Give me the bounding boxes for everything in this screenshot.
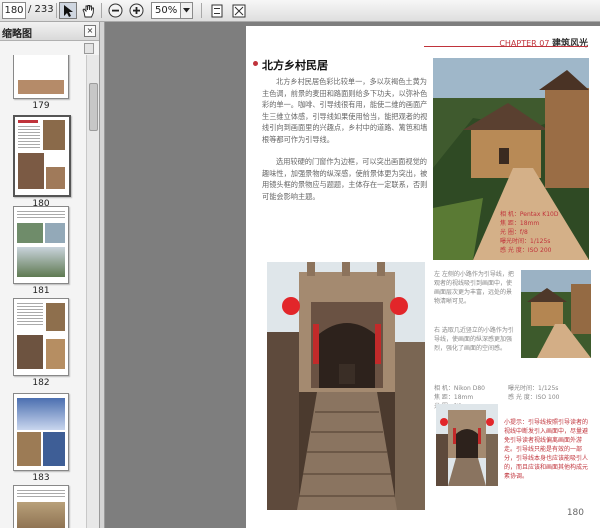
cursor-icon xyxy=(64,4,73,17)
photo-caption-exif-3: 曝光时间：1/125s 感 光 度：ISO 100 xyxy=(508,385,560,401)
archway-gate-photo xyxy=(267,262,425,510)
full-screen-button[interactable] xyxy=(230,2,248,19)
thumbnail-toolbar xyxy=(0,41,99,55)
panel-splitter[interactable] xyxy=(100,22,105,528)
page-number-input[interactable]: 180 xyxy=(2,2,26,19)
trash-icon[interactable] xyxy=(84,43,94,54)
fit-page-button[interactable] xyxy=(208,2,226,19)
photo-caption-exif: 相 机：Pentax K10D 焦 距：18mm 光 圈：f/8 曝光时间：1/… xyxy=(500,211,559,254)
photo-caption-right: 右 选取几近竖立的小路作为引导线，使画面的纵深感更加强烈，强化了画面的空间感。 xyxy=(434,327,514,352)
tip-box: 小提示：引导线按照引导读者的视线中断发引入画面中，尽量避免引导读者视线偏离画面外… xyxy=(504,419,589,480)
thumbnail-item[interactable]: 181 xyxy=(13,206,69,296)
thumbnail-panel: 缩略图 × 179 180 181 182 183 xyxy=(0,22,100,528)
zoom-dropdown-button[interactable] xyxy=(181,2,193,19)
page-thumbnail xyxy=(13,485,69,528)
page-thumbnail xyxy=(13,115,71,197)
thumbnail-page-number: 182 xyxy=(32,378,50,388)
zoom-in-icon xyxy=(129,3,143,18)
thumbnail-item[interactable]: 182 xyxy=(13,298,69,388)
thumbnail-list: 179 180 181 182 183 xyxy=(0,55,86,528)
toolbar-separator xyxy=(101,3,102,18)
thumbnail-panel-title: 缩略图 xyxy=(2,29,32,40)
document-page: CHAPTER 07 建筑风光 北方乡村民居 北方乡村民居色彩比较单一，多以灰褐… xyxy=(246,26,600,528)
thumbnail-item[interactable]: 179 xyxy=(13,55,69,111)
hand-icon xyxy=(82,4,94,17)
scrollbar-thumb[interactable] xyxy=(89,83,98,131)
thumbnail-item[interactable] xyxy=(13,485,69,528)
body-paragraph: 北方乡村民居色彩比较单一，多以灰褐色土黄为主色调，前景的麦田和路面则给多下功夫，… xyxy=(262,77,428,144)
village-path-photo xyxy=(521,270,591,358)
close-panel-button[interactable]: × xyxy=(84,25,96,37)
thumbnail-panel-header: 缩略图 × xyxy=(0,22,99,41)
zoom-out-button[interactable] xyxy=(106,2,124,19)
thumbnail-scrollbar[interactable] xyxy=(86,55,99,528)
page-total-label: / 233 xyxy=(28,4,54,15)
page-number: 180 xyxy=(566,508,584,518)
full-screen-icon xyxy=(232,4,246,17)
zoom-out-icon xyxy=(108,3,122,18)
zoom-in-button[interactable] xyxy=(127,2,145,19)
document-viewport[interactable]: CHAPTER 07 建筑风光 北方乡村民居 北方乡村民居色彩比较单一，多以灰褐… xyxy=(100,22,600,528)
chevron-down-icon xyxy=(183,8,190,13)
thumbnail-item[interactable]: 183 xyxy=(13,393,69,483)
thumbnail-item[interactable]: 180 xyxy=(13,115,71,209)
section-title: 北方乡村民居 xyxy=(253,59,328,72)
page-thumbnail xyxy=(13,393,69,471)
photo-caption-left: 左 左侧的小路作为引导线，把观者的视线吸引到画面中，使画面层次更为丰富，远处的景… xyxy=(434,271,514,305)
toolbar-separator xyxy=(201,3,202,18)
hand-tool-button[interactable] xyxy=(79,2,97,19)
header-rule xyxy=(424,46,588,47)
thumbnail-page-number: 183 xyxy=(32,473,50,483)
small-gate-photo xyxy=(436,404,498,486)
chapter-title: 建筑风光 xyxy=(551,39,588,49)
select-tool-button[interactable] xyxy=(59,2,77,19)
thumbnail-page-number: 179 xyxy=(32,101,50,111)
chapter-header: CHAPTER 07 建筑风光 xyxy=(499,36,588,49)
thumbnail-page-number: 181 xyxy=(32,286,50,296)
body-paragraph: 选用较硬的门窗作为边框，可以突出画面视觉的趣味性，加强景物的纵深感，使前景体更为… xyxy=(262,157,428,201)
fit-page-icon xyxy=(211,4,223,17)
page-thumbnail xyxy=(13,55,69,99)
toolbar: 180 / 233 50% xyxy=(0,0,600,22)
toolbar-separator xyxy=(56,3,57,18)
page-thumbnail xyxy=(13,298,69,376)
page-thumbnail xyxy=(13,206,69,284)
zoom-level-input[interactable]: 50% xyxy=(151,2,181,19)
